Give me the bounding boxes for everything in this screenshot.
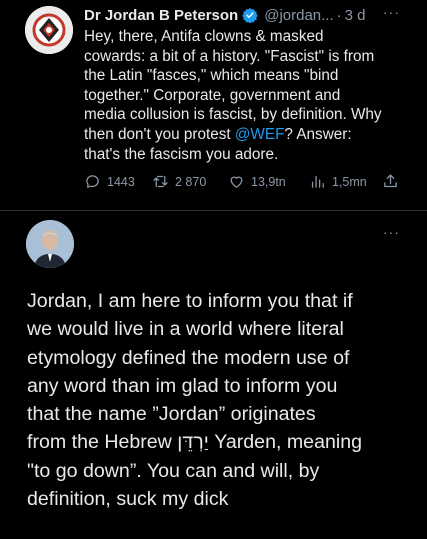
reply-count: 1443	[107, 174, 135, 189]
views-icon	[311, 175, 324, 188]
tweet-timestamp[interactable]: 3 d	[345, 7, 366, 24]
reply-icon	[86, 175, 99, 188]
verified-badge-icon	[242, 8, 258, 23]
reply-avatar-image	[26, 220, 74, 268]
author-handle[interactable]: @jordan...	[264, 7, 333, 24]
header-separator: ·	[336, 6, 342, 24]
more-options-icon[interactable]: ···	[383, 4, 400, 20]
share-button[interactable]	[382, 173, 405, 190]
views-button[interactable]: 1,5mn	[309, 173, 367, 190]
reply-button[interactable]: 1443	[84, 173, 135, 190]
tweet-header: Dr Jordan B Peterson @jordan... · 3 d	[84, 5, 366, 25]
retweet-button[interactable]: 2 870	[152, 173, 206, 190]
tweet-actions: 1443 2 870 13,9tn 1,5mn	[84, 173, 414, 191]
views-count: 1,5mn	[332, 174, 367, 189]
like-button[interactable]: 13,9tn	[228, 173, 286, 190]
author-avatar[interactable]	[25, 6, 73, 54]
reply-author-avatar[interactable]	[26, 220, 74, 268]
share-icon	[384, 174, 397, 188]
author-display-name[interactable]: Dr Jordan B Peterson	[84, 7, 238, 24]
original-tweet[interactable]: Dr Jordan B Peterson @jordan... · 3 d ··…	[0, 0, 427, 209]
mention-link[interactable]: @WEF	[235, 126, 285, 143]
like-icon	[230, 176, 243, 188]
like-count: 13,9tn	[251, 174, 286, 189]
retweet-icon	[153, 175, 168, 188]
tweet-divider	[0, 210, 427, 211]
tweet-text: Hey, there, Antifa clowns & masked cowar…	[84, 27, 414, 164]
author-avatar-image	[25, 6, 73, 54]
retweet-count: 2 870	[175, 174, 207, 189]
reply-text: Jordan, I am here to inform you that if …	[27, 290, 363, 511]
reply-more-options-icon[interactable]: ···	[383, 224, 400, 240]
